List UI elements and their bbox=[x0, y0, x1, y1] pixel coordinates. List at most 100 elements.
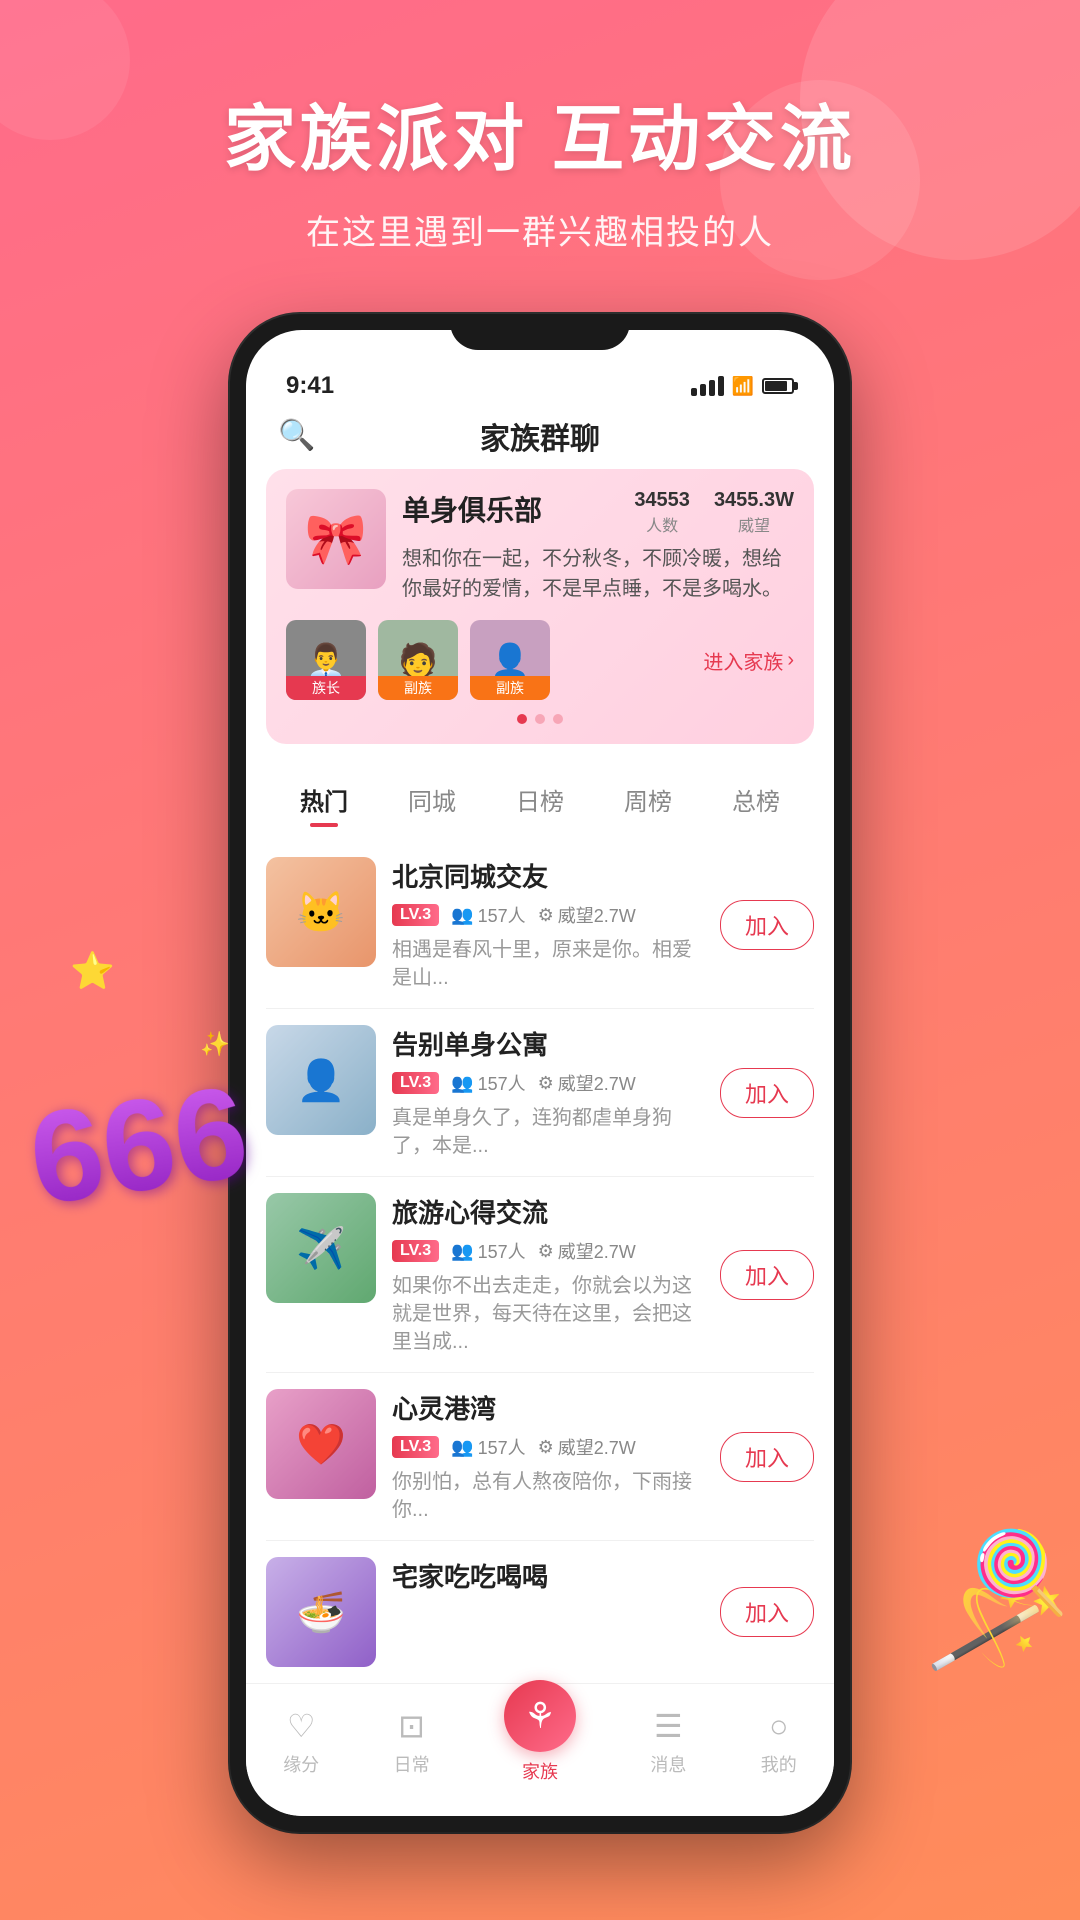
yuanfen-icon: ♡ bbox=[287, 1707, 316, 1745]
group-meta-2: LV.3 👥 157人 ⚙ 威望2.7W bbox=[392, 1070, 704, 1096]
app-header: 🔍 家族群聊 bbox=[246, 408, 834, 469]
wifi-icon: 📶 bbox=[732, 376, 754, 397]
group-thumb-1: 🐱 bbox=[266, 857, 376, 967]
group-content-5: 宅家吃吃喝喝 bbox=[392, 1557, 704, 1602]
join-btn-5[interactable]: 加入 bbox=[720, 1587, 814, 1637]
mine-icon: ○ bbox=[769, 1708, 788, 1745]
group-name-5: 宅家吃吃喝喝 bbox=[392, 1557, 704, 1594]
featured-avatar: 🎀 bbox=[286, 489, 386, 589]
hero-section: 家族派对 互动交流 在这里遇到一群兴趣相投的人 bbox=[0, 0, 1080, 294]
member-avatar-3: 👤 副族 bbox=[470, 620, 550, 700]
category-tabs: 热门 同城 日榜 周榜 总榜 bbox=[246, 764, 834, 841]
daily-icon: ⊡ bbox=[398, 1707, 425, 1745]
member-tag-3: 副族 bbox=[470, 676, 550, 700]
members-tag-4: 👥 157人 bbox=[451, 1434, 525, 1460]
group-thumb-3: ✈️ bbox=[266, 1193, 376, 1303]
deco-666-text: 666 bbox=[22, 1066, 255, 1225]
members-tag-3: 👥 157人 bbox=[451, 1238, 525, 1264]
group-list: 🐱 北京同城交友 LV.3 👥 157人 ⚙ 威望2.7W 相遇是春风十里，原来… bbox=[246, 841, 834, 1683]
featured-name: 单身俱乐部 bbox=[402, 489, 542, 529]
nav-item-mine[interactable]: ○ 我的 bbox=[761, 1708, 797, 1777]
member-avatar-1: 👨‍💼 族长 bbox=[286, 620, 366, 700]
dot-3 bbox=[553, 714, 563, 724]
group-name-4: 心灵港湾 bbox=[392, 1389, 704, 1426]
join-btn-2[interactable]: 加入 bbox=[720, 1068, 814, 1118]
group-name-3: 旅游心得交流 bbox=[392, 1193, 704, 1230]
hero-title: 家族派对 互动交流 bbox=[0, 80, 1080, 185]
yuanfen-label: 缘分 bbox=[283, 1751, 319, 1777]
level-badge-4: LV.3 bbox=[392, 1436, 439, 1458]
header-title: 家族群聊 bbox=[480, 414, 600, 458]
phone-outer: 9:41 📶 🔍 家族群聊 bbox=[230, 314, 850, 1832]
group-desc-4: 你别怕，总有人熬夜陪你，下雨接你... bbox=[392, 1468, 704, 1524]
family-label: 家族 bbox=[522, 1758, 558, 1784]
featured-info: 单身俱乐部 34553 人数 3455.3W 威望 bbox=[402, 489, 794, 604]
featured-card: 🎀 单身俱乐部 34553 人数 3455.3W bbox=[266, 469, 814, 744]
nav-item-family[interactable]: ⚘ 家族 bbox=[504, 1700, 576, 1784]
group-item-1: 🐱 北京同城交友 LV.3 👥 157人 ⚙ 威望2.7W 相遇是春风十里，原来… bbox=[266, 841, 814, 1009]
group-content-1: 北京同城交友 LV.3 👥 157人 ⚙ 威望2.7W 相遇是春风十里，原来是你… bbox=[392, 857, 704, 992]
members-tag-2: 👥 157人 bbox=[451, 1070, 525, 1096]
signal-bars bbox=[691, 376, 724, 396]
tab-weekly[interactable]: 周榜 bbox=[594, 774, 702, 825]
prestige-tag-1: ⚙ 威望2.7W bbox=[538, 902, 636, 928]
nav-item-messages[interactable]: ☰ 消息 bbox=[650, 1707, 686, 1777]
prestige-tag-3: ⚙ 威望2.7W bbox=[538, 1238, 636, 1264]
prestige-tag-2: ⚙ 威望2.7W bbox=[538, 1070, 636, 1096]
enter-family-btn[interactable]: 进入家族 › bbox=[703, 646, 794, 675]
family-center-icon: ⚘ bbox=[504, 1680, 576, 1752]
group-item-5: 🍜 宅家吃吃喝喝 加入 bbox=[266, 1541, 814, 1683]
tab-nearby[interactable]: 同城 bbox=[378, 774, 486, 825]
featured-members: 👨‍💼 族长 🧑 副族 👤 副族 bbox=[286, 620, 703, 700]
group-name-1: 北京同城交友 bbox=[392, 857, 704, 894]
join-btn-4[interactable]: 加入 bbox=[720, 1432, 814, 1482]
group-item-3: ✈️ 旅游心得交流 LV.3 👥 157人 ⚙ 威望2.7W 如果你不出去走走，… bbox=[266, 1177, 814, 1373]
group-meta-4: LV.3 👥 157人 ⚙ 威望2.7W bbox=[392, 1434, 704, 1460]
phone-notch bbox=[450, 314, 630, 350]
featured-stat-prestige: 3455.3W 威望 bbox=[714, 489, 794, 536]
group-meta-1: LV.3 👥 157人 ⚙ 威望2.7W bbox=[392, 902, 704, 928]
nav-item-yuanfen[interactable]: ♡ 缘分 bbox=[283, 1707, 319, 1777]
tab-hot[interactable]: 热门 bbox=[270, 774, 378, 825]
featured-description: 想和你在一起，不分秋冬，不顾冷暖，想给你最好的爱情，不是早点睡，不是多喝水。 bbox=[402, 544, 794, 604]
dot-2 bbox=[535, 714, 545, 724]
tab-daily[interactable]: 日榜 bbox=[486, 774, 594, 825]
group-name-2: 告别单身公寓 bbox=[392, 1025, 704, 1062]
join-btn-1[interactable]: 加入 bbox=[720, 900, 814, 950]
featured-top: 🎀 单身俱乐部 34553 人数 3455.3W bbox=[286, 489, 794, 604]
level-badge-2: LV.3 bbox=[392, 1072, 439, 1094]
mine-label: 我的 bbox=[761, 1751, 797, 1777]
members-tag-1: 👥 157人 bbox=[451, 902, 525, 928]
tab-total[interactable]: 总榜 bbox=[702, 774, 810, 825]
signal-bar-4 bbox=[718, 376, 724, 396]
group-item-4: ❤️ 心灵港湾 LV.3 👥 157人 ⚙ 威望2.7W 你别怕，总有人熬夜陪你… bbox=[266, 1373, 814, 1541]
group-thumb-4: ❤️ bbox=[266, 1389, 376, 1499]
prestige-tag-4: ⚙ 威望2.7W bbox=[538, 1434, 636, 1460]
group-meta-3: LV.3 👥 157人 ⚙ 威望2.7W bbox=[392, 1238, 704, 1264]
bottom-nav: ♡ 缘分 ⊡ 日常 ⚘ 家族 ☰ 消息 ○ 我的 bbox=[246, 1683, 834, 1816]
dot-1 bbox=[517, 714, 527, 724]
featured-stat-members: 34553 人数 bbox=[634, 489, 690, 536]
group-content-3: 旅游心得交流 LV.3 👥 157人 ⚙ 威望2.7W 如果你不出去走走，你就会… bbox=[392, 1193, 704, 1356]
hero-subtitle: 在这里遇到一群兴趣相投的人 bbox=[0, 205, 1080, 254]
carousel-dots bbox=[286, 714, 794, 724]
battery-icon bbox=[762, 378, 794, 394]
signal-bar-1 bbox=[691, 388, 697, 396]
messages-icon: ☰ bbox=[654, 1707, 683, 1745]
status-icons: 📶 bbox=[691, 376, 794, 397]
search-icon[interactable]: 🔍 bbox=[278, 418, 315, 453]
group-content-2: 告别单身公寓 LV.3 👥 157人 ⚙ 威望2.7W 真是单身久了，连狗都虐单… bbox=[392, 1025, 704, 1160]
member-avatar-2: 🧑 副族 bbox=[378, 620, 458, 700]
group-item-2: 👤 告别单身公寓 LV.3 👥 157人 ⚙ 威望2.7W 真是单身久了，连狗都… bbox=[266, 1009, 814, 1177]
signal-bar-2 bbox=[700, 384, 706, 396]
status-time: 9:41 bbox=[286, 372, 334, 400]
group-desc-2: 真是单身久了，连狗都虐单身狗了，本是... bbox=[392, 1104, 704, 1160]
group-content-4: 心灵港湾 LV.3 👥 157人 ⚙ 威望2.7W 你别怕，总有人熬夜陪你，下雨… bbox=[392, 1389, 704, 1524]
level-badge-1: LV.3 bbox=[392, 904, 439, 926]
group-desc-3: 如果你不出去走走，你就会以为这就是世界，每天待在这里，会把这里当成... bbox=[392, 1272, 704, 1356]
group-desc-1: 相遇是春风十里，原来是你。相爱是山... bbox=[392, 936, 704, 992]
nav-item-daily[interactable]: ⊡ 日常 bbox=[394, 1707, 430, 1777]
signal-bar-3 bbox=[709, 380, 715, 396]
join-btn-3[interactable]: 加入 bbox=[720, 1250, 814, 1300]
group-thumb-5: 🍜 bbox=[266, 1557, 376, 1667]
